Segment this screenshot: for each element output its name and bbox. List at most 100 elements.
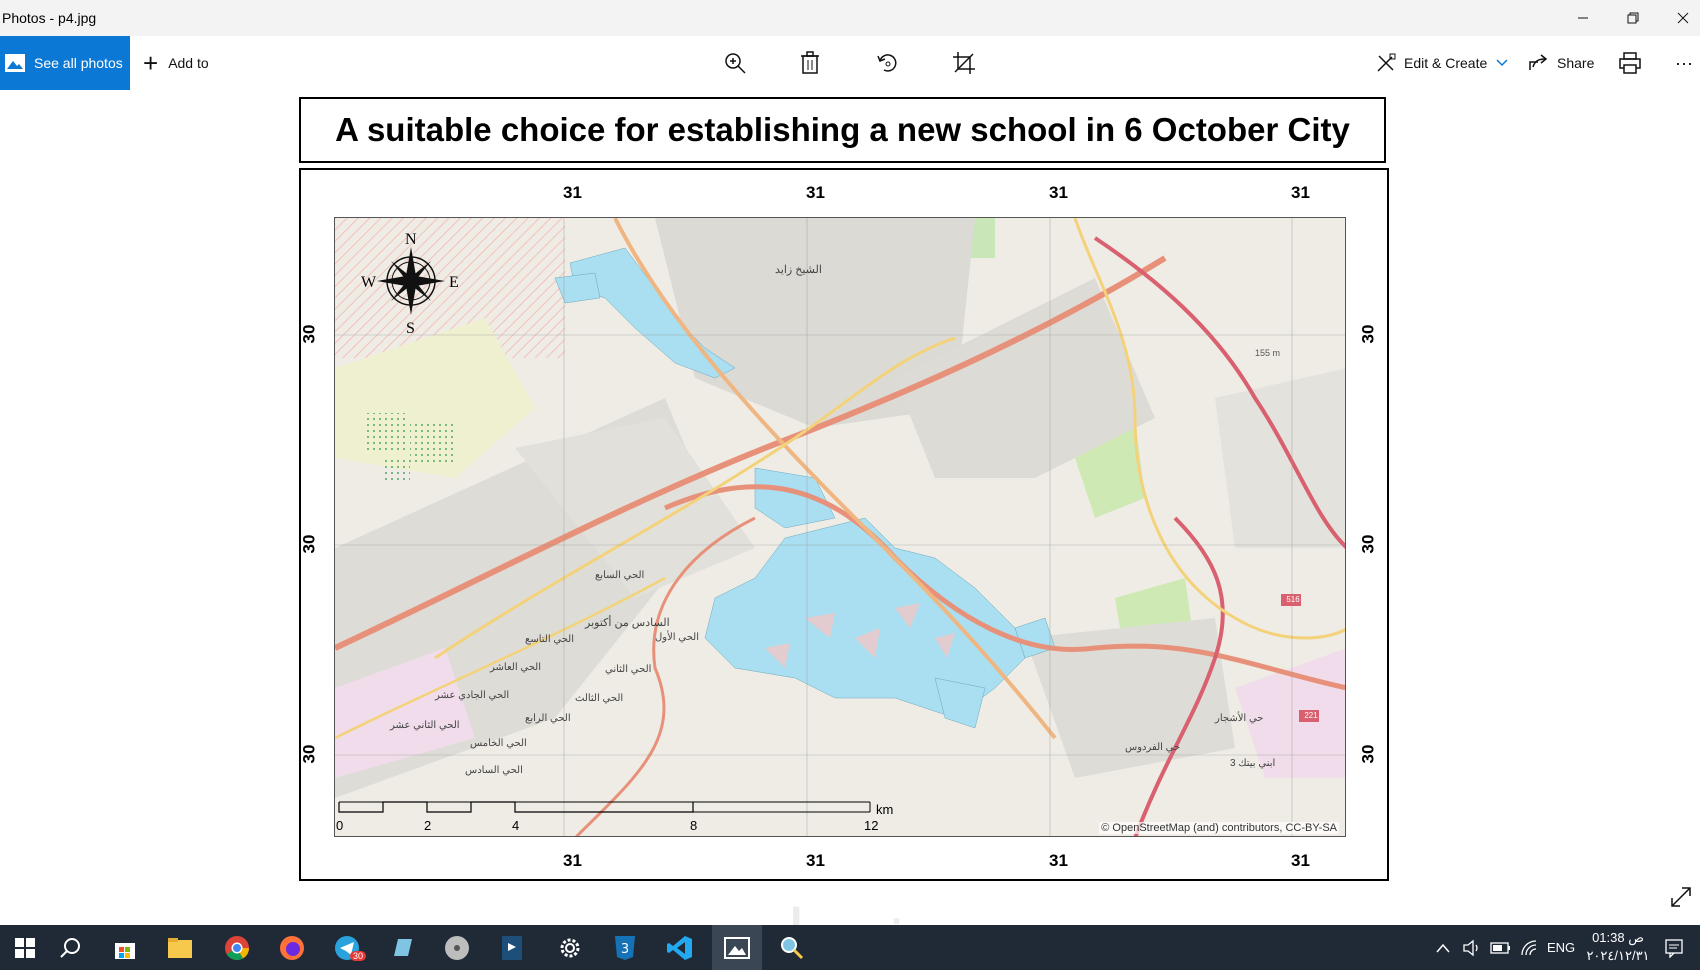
- place-label: الحي الأول: [655, 632, 699, 643]
- place-label: الحي الثاني عشر: [390, 720, 460, 731]
- scale-bar: [338, 800, 878, 830]
- start-button[interactable]: [0, 925, 50, 970]
- firefox-icon: [280, 935, 304, 960]
- css3-icon: 3: [615, 935, 635, 960]
- place-label: الحي الجادي عشر: [435, 690, 510, 701]
- left-tick-label: 30: [299, 744, 319, 764]
- notes-app-button[interactable]: [377, 925, 427, 970]
- svg-text:3: 3: [621, 942, 629, 957]
- bottom-tick-label: 31: [806, 851, 825, 870]
- place-label: ابني بيتك 3: [1230, 758, 1276, 769]
- map-canvas[interactable]: N S E W الشيخ زايد الحي السابع السادس من…: [334, 217, 1346, 837]
- more-button[interactable]: ···: [1666, 45, 1700, 81]
- volume-button[interactable]: [1462, 925, 1482, 970]
- delete-button[interactable]: [792, 45, 828, 81]
- see-all-photos-button[interactable]: See all photos: [0, 36, 130, 90]
- suitable-area: [754, 467, 836, 529]
- edit-create-label: Edit & Create: [1404, 55, 1488, 71]
- scale-label: 4: [512, 818, 520, 833]
- fullscreen-button[interactable]: [1670, 886, 1696, 912]
- minimize-icon: [1578, 17, 1588, 19]
- close-icon: [1677, 12, 1689, 24]
- notepad-icon: [394, 938, 412, 956]
- share-icon: [1529, 54, 1548, 70]
- trash-icon: [801, 51, 819, 74]
- clock-time: 01:38 ص: [1592, 930, 1644, 945]
- compass-north-label: N: [405, 231, 417, 248]
- right-tick-label: 30: [1358, 324, 1378, 344]
- photos-app-button[interactable]: [712, 925, 762, 970]
- disc-icon: [445, 935, 469, 960]
- css-app-button[interactable]: 3: [600, 925, 650, 970]
- elevation-label: 155 m: [1255, 348, 1281, 358]
- action-center-button[interactable]: [1664, 925, 1684, 970]
- show-hidden-icons[interactable]: [1436, 925, 1450, 970]
- search-icon: [60, 937, 80, 958]
- place-label: الحي الرابع: [525, 713, 571, 724]
- battery-button[interactable]: [1490, 925, 1512, 970]
- edit-create-button[interactable]: Edit & Create: [1376, 36, 1508, 90]
- file-explorer-button[interactable]: [155, 925, 205, 970]
- see-all-photos-label: See all photos: [34, 55, 123, 71]
- photos-taskbar-icon: [724, 936, 750, 959]
- input-language[interactable]: ENG: [1547, 925, 1575, 970]
- rotate-button[interactable]: [870, 45, 906, 81]
- close-button[interactable]: [1660, 0, 1700, 36]
- left-tick-label: 30: [299, 324, 319, 344]
- add-to-label: Add to: [168, 55, 209, 71]
- installer-icon: [502, 935, 522, 960]
- bottom-tick-label: 31: [1291, 851, 1310, 870]
- map-attribution: © OpenStreetMap (and) contributors, CC-B…: [1099, 822, 1339, 834]
- chevron-down-icon: [1496, 59, 1508, 67]
- place-label: الحي العاشر: [490, 662, 541, 673]
- add-to-button[interactable]: + Add to: [143, 36, 209, 90]
- vscode-icon: [667, 935, 692, 960]
- left-tick-label: 30: [299, 534, 319, 554]
- search-app-button[interactable]: [767, 925, 817, 970]
- vscode-button[interactable]: [655, 925, 705, 970]
- road-badge-label: 516: [1286, 595, 1300, 604]
- scale-unit-label: km: [876, 802, 894, 817]
- wifi-button[interactable]: [1520, 925, 1540, 970]
- place-label: الحي الخامس: [470, 738, 527, 749]
- rotate-icon: [877, 54, 897, 72]
- bottom-tick-label: 31: [1049, 851, 1068, 870]
- right-tick-label: 30: [1358, 534, 1378, 554]
- place-label: الحي السادس: [465, 765, 523, 776]
- edit-create-icon: [1377, 53, 1396, 72]
- print-button[interactable]: [1612, 45, 1648, 81]
- search-button[interactable]: [45, 925, 95, 970]
- crop-button[interactable]: [946, 45, 982, 81]
- taskbar-clock[interactable]: 01:38 ص ٢٠٢٤/١٢/٣١: [1582, 929, 1654, 965]
- compass-west-label: W: [361, 274, 377, 291]
- gear-icon: [560, 938, 580, 957]
- telegram-button[interactable]: 30: [322, 925, 372, 970]
- settings-button[interactable]: [545, 925, 595, 970]
- park: [385, 458, 410, 483]
- place-label: الحي الثالث: [575, 693, 624, 704]
- installer-app-button[interactable]: [487, 925, 537, 970]
- scale-label: 8: [690, 818, 698, 833]
- chrome-button[interactable]: [212, 925, 262, 970]
- restore-button[interactable]: [1610, 0, 1656, 36]
- share-button[interactable]: Share: [1528, 36, 1594, 90]
- store-button[interactable]: [100, 925, 150, 970]
- road-badge-label: 221: [1304, 711, 1318, 720]
- disc-app-button[interactable]: [432, 925, 482, 970]
- scale-bar-graphic: [338, 801, 871, 813]
- place-label: الشيخ زايد: [775, 264, 822, 276]
- park: [365, 413, 405, 453]
- folder-icon: [168, 937, 192, 958]
- firefox-button[interactable]: [267, 925, 317, 970]
- crop-icon: [953, 52, 975, 74]
- photos-icon: [5, 54, 25, 72]
- minimize-button[interactable]: [1560, 0, 1606, 36]
- zoom-button[interactable]: [717, 45, 753, 81]
- windows-logo-icon: [15, 937, 35, 958]
- place-label: الحي التاسع: [525, 634, 574, 645]
- top-tick-label: 31: [563, 183, 582, 202]
- place-label: الحي الثاني: [605, 664, 652, 675]
- plus-icon: +: [143, 48, 159, 78]
- compass-east-label: E: [449, 274, 459, 291]
- windows-taskbar: 30 3 ENG 01:38 ص ٢٠٢٤/١٢/٣١: [0, 925, 1700, 970]
